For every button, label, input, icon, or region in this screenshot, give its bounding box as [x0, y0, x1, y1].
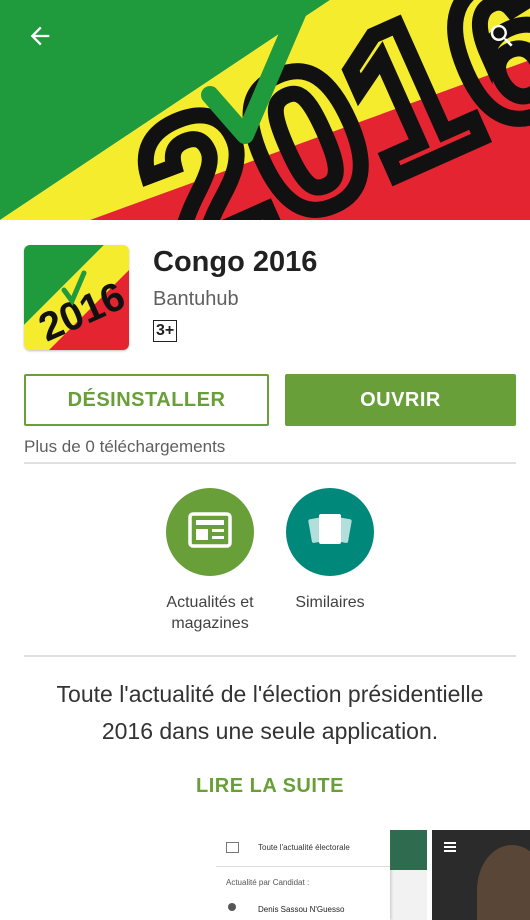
category-label-line1: Actualités et — [166, 594, 254, 611]
screenshot-thumbnail[interactable] — [432, 830, 530, 920]
app-title: Congo 2016 — [153, 246, 318, 278]
newspaper-icon — [226, 842, 239, 853]
app-description: Toute l'actualité de l'élection présiden… — [30, 676, 510, 750]
screenshot-item: Denis Sassou N'Guesso — [258, 905, 345, 914]
screenshot-title: Toute l'actualité électorale — [258, 843, 350, 852]
arrow-back-icon — [26, 22, 54, 55]
similar-label: Similaires — [295, 594, 365, 611]
app-icon: 2016 — [24, 245, 129, 350]
search-button[interactable] — [482, 18, 522, 58]
portrait-image — [477, 845, 530, 920]
similar-circle — [286, 488, 374, 576]
open-button[interactable]: OUVRIR — [285, 374, 516, 426]
category-circle — [166, 488, 254, 576]
downloads-count: Plus de 0 téléchargements — [24, 437, 226, 456]
description-line2: 2016 dans une seule application. — [101, 718, 439, 744]
divider — [216, 866, 390, 867]
screenshot-appbar — [390, 830, 427, 870]
uninstall-button[interactable]: DÉSINSTALLER — [24, 374, 269, 426]
cards-icon — [306, 510, 354, 555]
description-line1: Toute l'actualité de l'élection présiden… — [56, 681, 484, 707]
newspaper-icon — [188, 511, 232, 553]
screenshot-thumbnail[interactable]: Toute l'actualité électorale Actualité p… — [216, 830, 427, 920]
divider — [24, 462, 516, 464]
screenshot-drawer: Toute l'actualité électorale Actualité p… — [216, 830, 390, 920]
back-button[interactable] — [20, 18, 60, 58]
read-more-link[interactable]: LIRE LA SUITE — [0, 775, 530, 798]
menu-icon — [444, 842, 456, 844]
content-rating-badge: 3+ — [153, 320, 178, 342]
category-badge[interactable]: Actualités et magazines — [140, 488, 280, 634]
feature-banner: 2016 — [0, 0, 530, 220]
category-label-line2: magazines — [171, 615, 249, 632]
screenshot-section: Actualité par Candidat : — [226, 878, 310, 887]
search-icon — [487, 21, 517, 56]
person-icon — [228, 903, 236, 911]
similar-apps-badge[interactable]: Similaires — [260, 488, 400, 613]
divider — [24, 655, 516, 657]
developer-link[interactable]: Bantuhub — [153, 288, 239, 311]
